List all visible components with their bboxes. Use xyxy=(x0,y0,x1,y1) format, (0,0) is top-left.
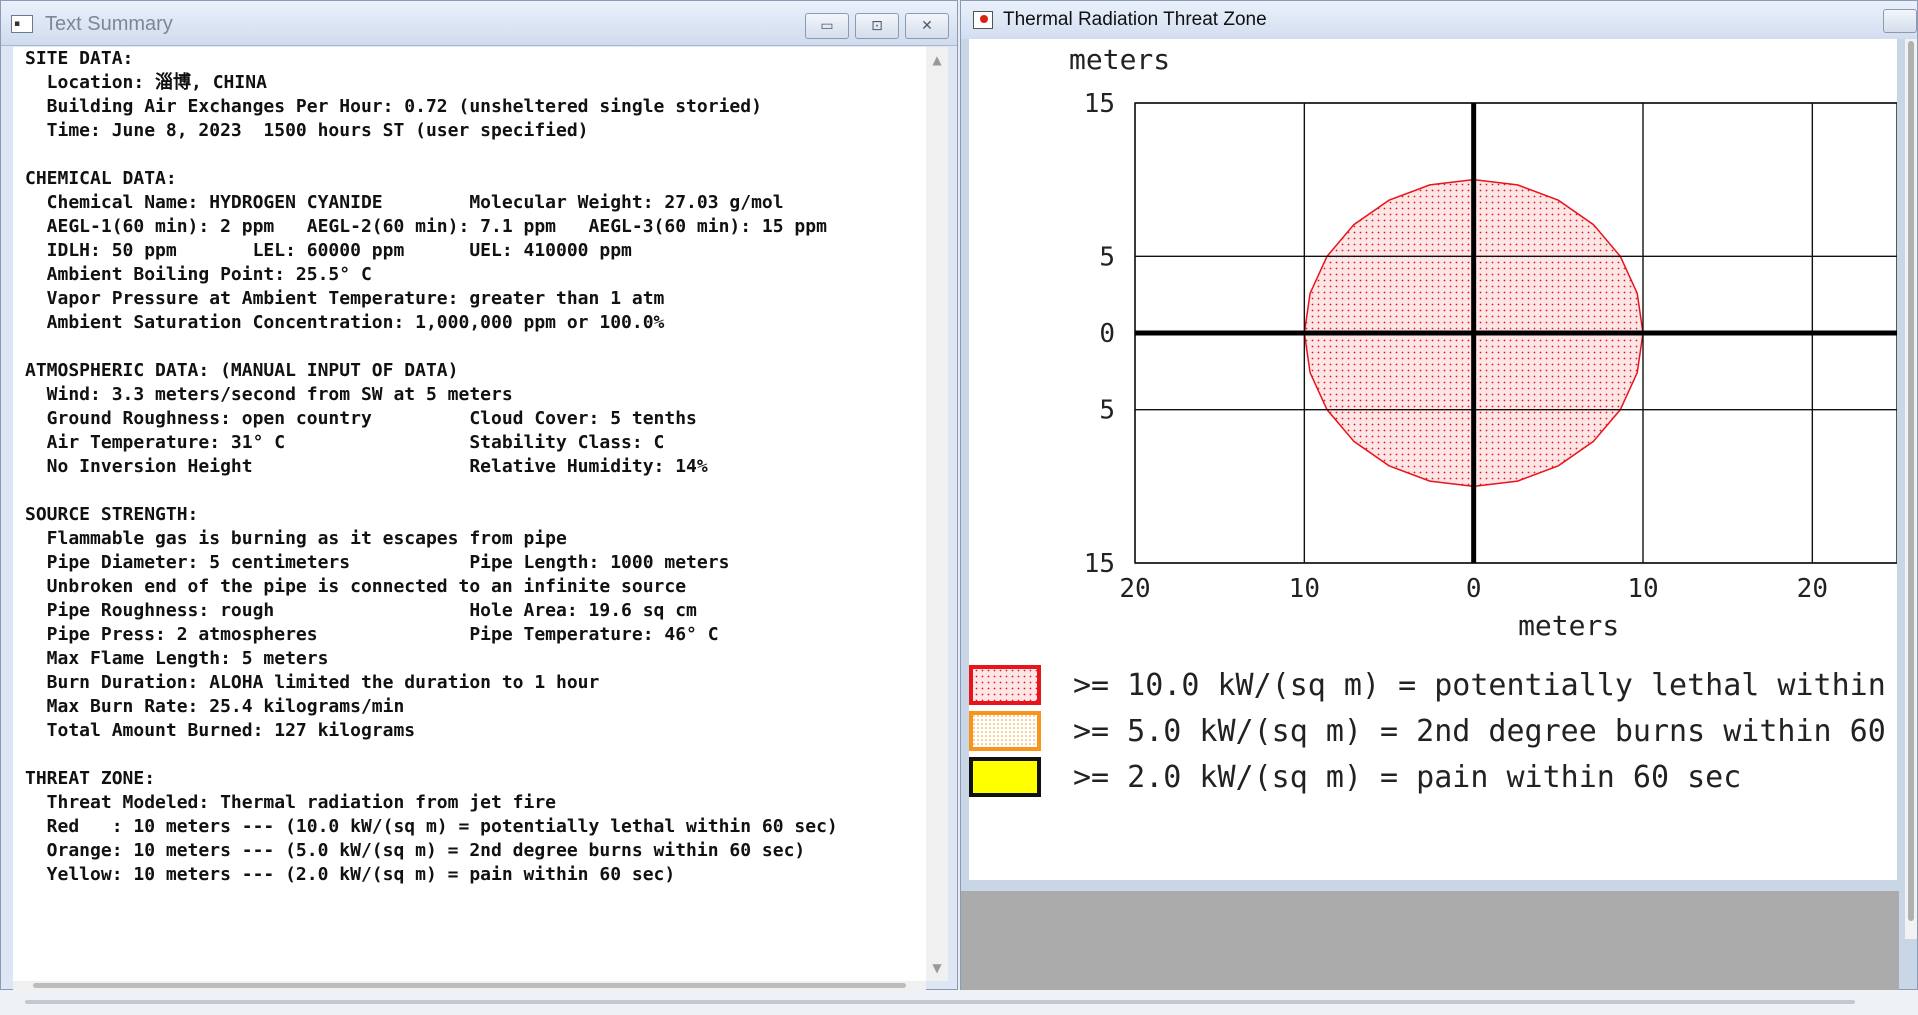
summary-line: Burn Duration: ALOHA limited the duratio… xyxy=(25,672,600,693)
summary-line: Threat Modeled: Thermal radiation from j… xyxy=(25,792,557,813)
y-tick-label: 15 xyxy=(1084,549,1115,579)
summary-line: THREAT ZONE: xyxy=(25,768,156,789)
y-tick-label: 15 xyxy=(1084,89,1115,119)
restore-button[interactable]: ⊡ xyxy=(855,13,899,39)
summary-line: Ambient Saturation Concentration: 1,000,… xyxy=(25,312,665,333)
scroll-down-arrow-icon[interactable]: ▼ xyxy=(930,961,944,975)
summary-line: No Inversion Height Relative Humidity: 1… xyxy=(25,456,708,477)
threat-zone-titlebar[interactable]: Thermal Radiation Threat Zone xyxy=(961,1,1917,39)
summary-line: ATMOSPHERIC DATA: (MANUAL INPUT OF DATA) xyxy=(25,360,459,381)
x-tick-label: 0 xyxy=(1466,574,1482,604)
minimize-button[interactable]: ▭ xyxy=(805,13,849,39)
legend-label: >= 10.0 kW/(sq m) = potentially lethal w… xyxy=(1073,668,1897,703)
summary-line: Time: June 8, 2023 1500 hours ST (user s… xyxy=(25,120,589,141)
summary-line: Pipe Diameter: 5 centimeters Pipe Length… xyxy=(25,552,730,573)
vertical-scrollbar[interactable] xyxy=(1905,39,1917,939)
summary-line: Air Temperature: 31° C Stability Class: … xyxy=(25,432,665,453)
x-tick-label: 20 xyxy=(1797,574,1828,604)
threat-zone-window: Thermal Radiation Threat Zone 15 5 0 5 15 20 1… xyxy=(960,0,1918,991)
legend-label: >= 2.0 kW/(sq m) = pain within 60 sec xyxy=(1073,760,1741,795)
horizontal-scroll-thumb[interactable] xyxy=(33,983,906,988)
summary-line: SITE DATA: xyxy=(25,48,134,69)
summary-line: Building Air Exchanges Per Hour: 0.72 (u… xyxy=(25,96,762,117)
summary-line: IDLH: 50 ppm LEL: 60000 ppm UEL: 410000 … xyxy=(25,240,632,261)
x-tick-label: 10 xyxy=(1627,574,1658,604)
summary-line: Pipe Roughness: rough Hole Area: 19.6 sq… xyxy=(25,600,697,621)
x-axis-label: meters xyxy=(1518,609,1619,642)
summary-line: Yellow: 10 meters --- (2.0 kW/(sq m) = p… xyxy=(25,864,676,885)
empty-background xyxy=(961,891,1899,991)
summary-text: SITE DATA: Location: 淄博, CHINA Building … xyxy=(13,47,926,887)
summary-line: Unbroken end of the pipe is connected to… xyxy=(25,576,687,597)
y-tick-label: 0 xyxy=(1099,319,1115,349)
text-summary-window: ▪︎ Text Summary ▭ ⊡ ✕ SITE DATA: Locatio… xyxy=(0,0,958,991)
summary-line: Location: 淄博, CHINA xyxy=(25,72,267,93)
legend-swatch xyxy=(969,757,1041,797)
vertical-scroll-thumb[interactable] xyxy=(1908,41,1914,921)
window-app-icon: ▪︎ xyxy=(11,15,33,33)
scroll-up-arrow-icon[interactable]: ▲ xyxy=(930,53,944,67)
summary-line: Wind: 3.3 meters/second from SW at 5 met… xyxy=(25,384,513,405)
summary-line: Orange: 10 meters --- (5.0 kW/(sq m) = 2… xyxy=(25,840,806,861)
legend-swatch xyxy=(969,711,1041,751)
close-button[interactable]: ✕ xyxy=(905,13,949,39)
summary-line: AEGL-1(60 min): 2 ppm AEGL-2(60 min): 7.… xyxy=(25,216,827,237)
threat-zone-plot-area: 15 5 0 5 15 20 10 0 10 20 meters meters >= 10.0 kW/(… xyxy=(969,39,1918,880)
summary-line: Total Amount Burned: 127 kilograms xyxy=(25,720,416,741)
threat-zone-title: Thermal Radiation Threat Zone xyxy=(1003,9,1267,30)
text-summary-titlebar[interactable]: ▪︎ Text Summary ▭ ⊡ ✕ xyxy=(1,1,957,46)
summary-line: Vapor Pressure at Ambient Temperature: g… xyxy=(25,288,665,309)
summary-line: Pipe Press: 2 atmospheres Pipe Temperatu… xyxy=(25,624,719,645)
vertical-scrollbar[interactable]: ▲ ▼ xyxy=(926,47,948,981)
summary-line: Ground Roughness: open country Cloud Cov… xyxy=(25,408,697,429)
threat-zone-app-icon xyxy=(973,11,993,29)
summary-line: Flammable gas is burning as it escapes f… xyxy=(25,528,567,549)
minimize-button[interactable] xyxy=(1883,9,1917,33)
summary-line: Ambient Boiling Point: 25.5° C xyxy=(25,264,372,285)
summary-line: SOURCE STRENGTH: xyxy=(25,504,199,525)
legend-swatch xyxy=(969,665,1041,705)
y-axis-label: meters xyxy=(1069,43,1170,76)
summary-line: Max Flame Length: 5 meters xyxy=(25,648,329,669)
x-tick-label: 20 xyxy=(1119,574,1150,604)
legend-label: >= 5.0 kW/(sq m) = 2nd degree burns with… xyxy=(1073,714,1897,749)
x-tick-label: 10 xyxy=(1289,574,1320,604)
y-tick-label: 5 xyxy=(1099,396,1115,426)
summary-line: Max Burn Rate: 25.4 kilograms/min xyxy=(25,696,405,717)
bottom-scrollbar[interactable] xyxy=(0,990,1918,1015)
summary-text-area[interactable]: SITE DATA: Location: 淄博, CHINA Building … xyxy=(13,47,926,981)
summary-line: Chemical Name: HYDROGEN CYANIDE Molecula… xyxy=(25,192,784,213)
y-tick-label: 5 xyxy=(1099,242,1115,272)
window-title: Text Summary xyxy=(45,13,173,35)
bottom-scroll-thumb[interactable] xyxy=(25,1000,1855,1004)
summary-line: Red : 10 meters --- (10.0 kW/(sq m) = po… xyxy=(25,816,838,837)
summary-line: CHEMICAL DATA: xyxy=(25,168,177,189)
threat-zone-chart: 155051520 10 0 10 20metersmeters>= 10.0 kW/(… xyxy=(969,43,1918,797)
